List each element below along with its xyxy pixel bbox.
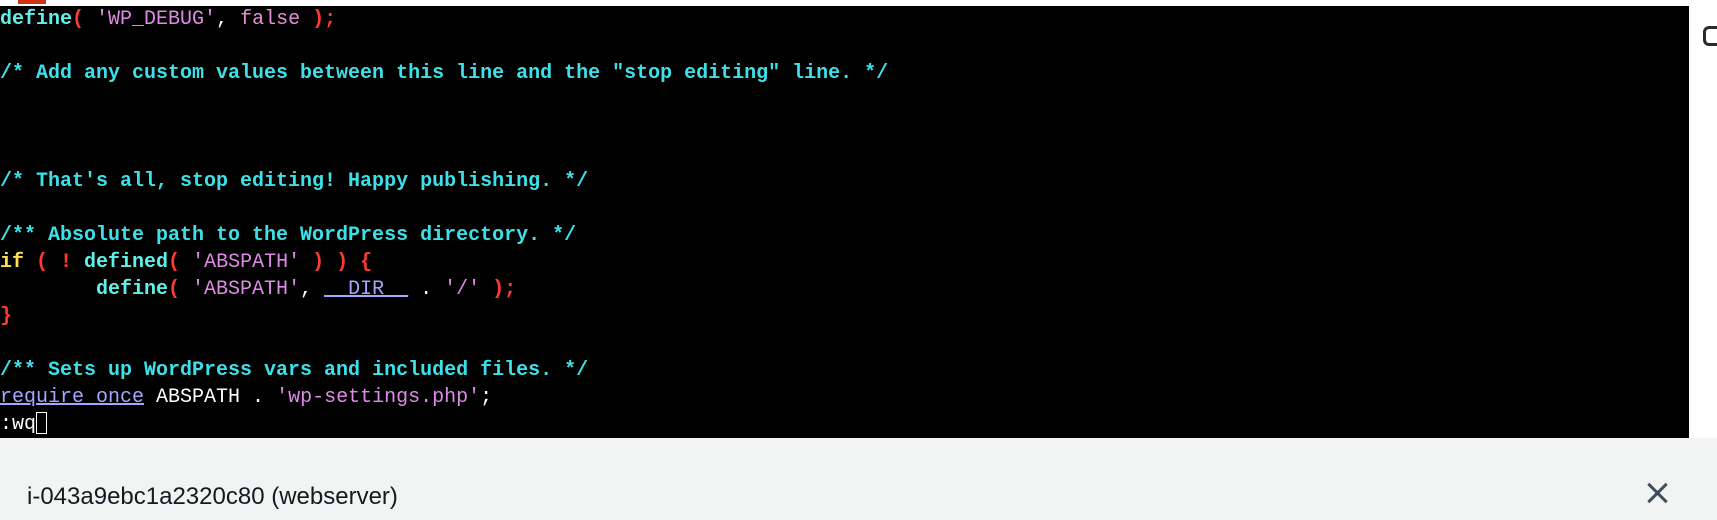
terminal-token: 'ABSPATH' bbox=[192, 278, 301, 301]
terminal-token: /** Sets up WordPress vars and included … bbox=[0, 359, 589, 382]
terminal-token: ) ) { bbox=[300, 251, 373, 274]
terminal-token: defined bbox=[84, 251, 169, 274]
terminal-token: ( bbox=[72, 8, 97, 31]
instance-label: i-043a9ebc1a2320c80 (webserver) bbox=[27, 483, 398, 510]
terminal-line: /** Absolute path to the WordPress direc… bbox=[0, 222, 888, 249]
terminal-line: define( 'WP_DEBUG', false ); bbox=[0, 6, 888, 33]
terminal-token: ); bbox=[480, 278, 517, 301]
terminal-line: define( 'ABSPATH', __DIR__ . '/' ); bbox=[0, 276, 888, 303]
terminal-token: } bbox=[0, 305, 13, 328]
terminal-token: :wq bbox=[0, 413, 37, 436]
terminal-line: /* Add any custom values between this li… bbox=[0, 60, 888, 87]
topbar-accent bbox=[18, 0, 46, 4]
terminal-token: /* That's all, stop editing! Happy publi… bbox=[0, 170, 589, 193]
terminal-token: ; bbox=[480, 386, 493, 409]
terminal-token: ABSPATH . bbox=[144, 386, 277, 409]
terminal-token: ( bbox=[168, 251, 193, 274]
session-footer: i-043a9ebc1a2320c80 (webserver) bbox=[0, 438, 1717, 520]
terminal-token: ); bbox=[300, 8, 337, 31]
panel-edge-icon bbox=[1703, 26, 1717, 46]
terminal-token: __DIR__ bbox=[324, 278, 409, 301]
terminal-line: /* That's all, stop editing! Happy publi… bbox=[0, 168, 888, 195]
terminal-cursor bbox=[36, 412, 48, 434]
terminal-token: ( bbox=[168, 278, 193, 301]
terminal-token: define bbox=[0, 278, 169, 301]
terminal-token: /** Absolute path to the WordPress direc… bbox=[0, 224, 577, 247]
terminal-token: 'WP_DEBUG' bbox=[96, 8, 217, 31]
terminal-token: 'ABSPATH' bbox=[192, 251, 301, 274]
close-icon[interactable] bbox=[1640, 476, 1674, 510]
terminal-token: 'wp-settings.php' bbox=[276, 386, 481, 409]
terminal-line: /** Sets up WordPress vars and included … bbox=[0, 357, 888, 384]
terminal-token: define bbox=[0, 8, 73, 31]
terminal-token: '/' bbox=[444, 278, 481, 301]
terminal-token: /* Add any custom values between this li… bbox=[0, 62, 889, 85]
terminal-text: define( 'WP_DEBUG', false );/* Add any c… bbox=[0, 6, 888, 438]
terminal-token: if bbox=[0, 251, 25, 274]
terminal-token: false bbox=[240, 8, 301, 31]
terminal-token: , bbox=[216, 8, 241, 31]
right-edge-panel bbox=[1689, 6, 1717, 438]
terminal-window[interactable]: define( 'WP_DEBUG', false );/* Add any c… bbox=[0, 6, 1689, 438]
terminal-line: :wq bbox=[0, 411, 888, 438]
terminal-token: require_once bbox=[0, 386, 145, 409]
terminal-token: , bbox=[300, 278, 325, 301]
terminal-line: if ( ! defined( 'ABSPATH' ) ) { bbox=[0, 249, 888, 276]
terminal-token: ( ! bbox=[24, 251, 85, 274]
terminal-line: } bbox=[0, 303, 888, 330]
terminal-token: . bbox=[408, 278, 445, 301]
terminal-line: require_once ABSPATH . 'wp-settings.php'… bbox=[0, 384, 888, 411]
